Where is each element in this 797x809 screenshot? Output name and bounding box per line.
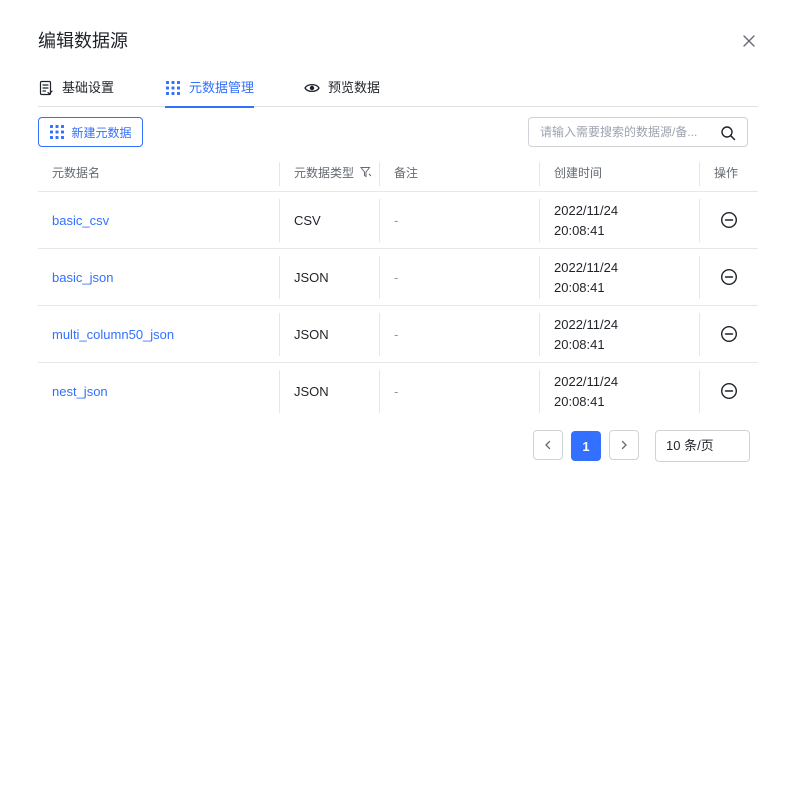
remove-button[interactable] (720, 211, 738, 229)
column-divider[interactable] (379, 162, 380, 186)
column-divider (279, 256, 280, 299)
remove-button[interactable] (720, 268, 738, 286)
metadata-name-link[interactable]: nest_json (52, 363, 108, 420)
created-time: 2022/11/24 20:08:41 (554, 258, 618, 298)
metadata-table: 元数据名 元数据类型 备注 创建时间 操作 basic_csv CSV - 20… (38, 155, 758, 420)
table-row: basic_json JSON - 2022/11/24 20:08:41 (38, 249, 758, 306)
eye-icon (304, 83, 320, 93)
edit-datasource-dialog: 编辑数据源 基础设置 元数据管理 预览数据 新建元数据 请输入需要搜索的数据源/… (0, 0, 797, 809)
grid-icon (50, 125, 65, 139)
metadata-note: - (394, 213, 399, 228)
minus-circle-icon (720, 382, 738, 400)
column-divider[interactable] (279, 162, 280, 186)
column-divider (539, 370, 540, 413)
created-clock: 20:08:41 (554, 223, 605, 238)
table-header: 元数据名 元数据类型 备注 创建时间 操作 (38, 155, 758, 192)
created-clock: 20:08:41 (554, 394, 605, 409)
metadata-note: - (394, 327, 399, 342)
metadata-note: - (394, 270, 399, 285)
column-header-type: 元数据类型 (294, 155, 372, 192)
next-page-button[interactable] (609, 430, 639, 460)
column-divider (539, 199, 540, 242)
created-time: 2022/11/24 20:08:41 (554, 372, 618, 412)
minus-circle-icon (720, 211, 738, 229)
metadata-note: - (394, 384, 399, 399)
column-divider[interactable] (699, 162, 700, 186)
column-header-name: 元数据名 (52, 166, 101, 180)
page-number-current[interactable]: 1 (571, 431, 601, 461)
column-divider (699, 370, 700, 413)
column-divider (379, 370, 380, 413)
column-divider (699, 313, 700, 356)
tab-metadata-management[interactable]: 元数据管理 (165, 74, 255, 108)
page-size-select[interactable]: 10 条/页 (655, 430, 750, 462)
dialog-title: 编辑数据源 (38, 31, 128, 51)
column-divider (279, 313, 280, 356)
created-clock: 20:08:41 (554, 280, 605, 295)
column-header-actions: 操作 (714, 166, 739, 180)
created-date: 2022/11/24 (554, 260, 619, 275)
metadata-type: JSON (294, 270, 329, 285)
remove-button[interactable] (720, 382, 738, 400)
metadata-type: JSON (294, 384, 329, 399)
created-date: 2022/11/24 (554, 374, 619, 389)
close-icon (743, 35, 755, 47)
column-header-created-time: 创建时间 (554, 166, 603, 180)
column-divider (279, 199, 280, 242)
column-divider (539, 313, 540, 356)
table-row: multi_column50_json JSON - 2022/11/24 20… (38, 306, 758, 363)
column-divider (379, 256, 380, 299)
tab-basic-settings[interactable]: 基础设置 (38, 74, 114, 107)
table-row: nest_json JSON - 2022/11/24 20:08:41 (38, 363, 758, 420)
close-button[interactable] (739, 31, 759, 51)
column-divider (279, 370, 280, 413)
table-row: basic_csv CSV - 2022/11/24 20:08:41 (38, 192, 758, 249)
tab-label: 元数据管理 (189, 80, 255, 95)
search-input[interactable] (529, 118, 714, 146)
search-box (528, 117, 748, 147)
column-divider (379, 199, 380, 242)
settings-doc-icon (39, 80, 53, 96)
tab-label: 基础设置 (62, 80, 115, 95)
column-divider (699, 199, 700, 242)
created-time: 2022/11/24 20:08:41 (554, 201, 618, 241)
new-metadata-label: 新建元数据 (71, 125, 132, 140)
created-time: 2022/11/24 20:08:41 (554, 315, 618, 355)
column-divider (379, 313, 380, 356)
created-clock: 20:08:41 (554, 337, 605, 352)
tab-label: 预览数据 (328, 80, 381, 95)
column-header-type-label: 元数据类型 (294, 166, 355, 180)
metadata-name-link[interactable]: multi_column50_json (52, 306, 174, 363)
minus-circle-icon (720, 325, 738, 343)
metadata-type: JSON (294, 327, 329, 342)
created-date: 2022/11/24 (554, 317, 619, 332)
grid-icon (166, 81, 180, 95)
created-date: 2022/11/24 (554, 203, 619, 218)
column-divider (539, 256, 540, 299)
metadata-name-link[interactable]: basic_csv (52, 192, 109, 249)
metadata-name-link[interactable]: basic_json (52, 249, 113, 306)
prev-page-button[interactable] (533, 430, 563, 460)
search-icon[interactable] (720, 125, 736, 141)
chevron-right-icon (621, 440, 627, 450)
chevron-left-icon (545, 440, 551, 450)
column-header-note: 备注 (394, 166, 419, 180)
metadata-type: CSV (294, 213, 321, 228)
tab-bar: 基础设置 元数据管理 预览数据 (38, 74, 758, 108)
column-divider (699, 256, 700, 299)
filter-icon[interactable] (360, 166, 372, 178)
minus-circle-icon (720, 268, 738, 286)
column-divider[interactable] (539, 162, 540, 186)
tab-preview-data[interactable]: 预览数据 (304, 74, 380, 107)
remove-button[interactable] (720, 325, 738, 343)
new-metadata-button[interactable]: 新建元数据 (38, 117, 143, 147)
